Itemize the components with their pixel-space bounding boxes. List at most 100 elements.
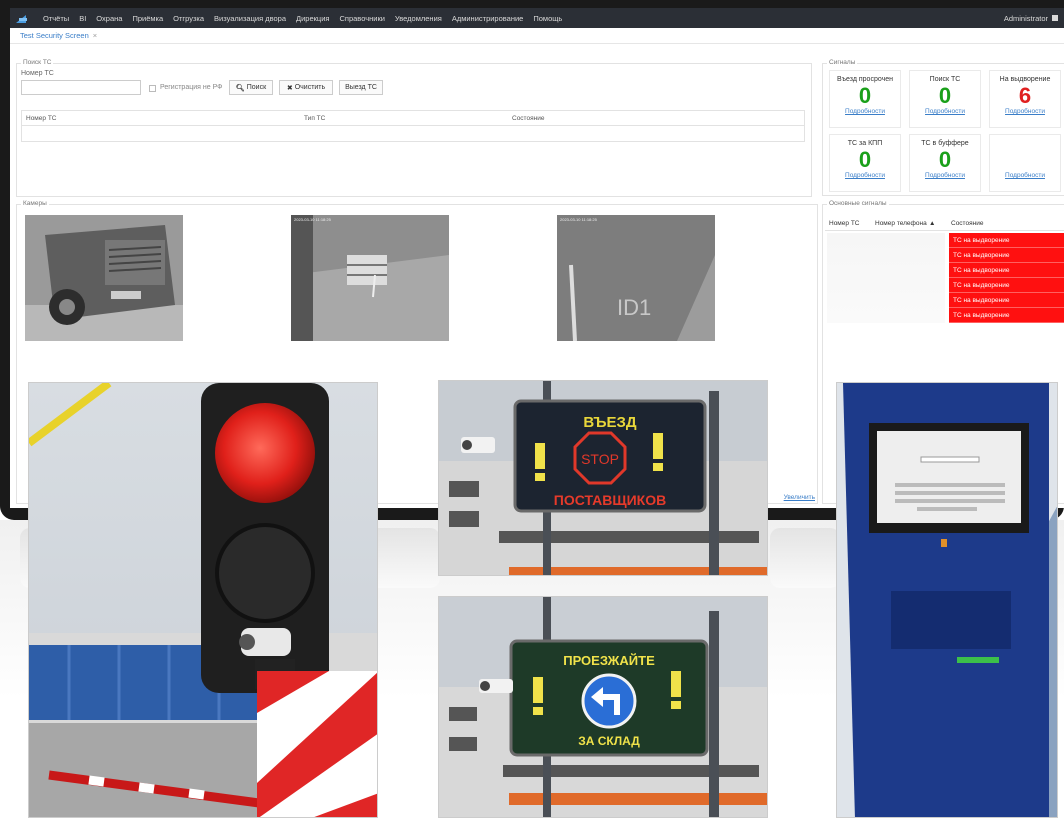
close-tab-icon[interactable]: × — [93, 31, 97, 40]
foreign-registration-label: Регистрация не РФ — [160, 84, 223, 91]
kiosk-photo — [836, 382, 1058, 818]
table-row[interactable]: ТС на выдворение — [949, 293, 1064, 308]
column-header-type[interactable]: Тип ТС — [304, 115, 325, 122]
app-logo-icon[interactable] — [16, 13, 30, 23]
drive-sign-top-text: ПРОЕЗЖАЙТЕ — [563, 653, 655, 668]
details-link[interactable]: Подробности — [910, 172, 980, 179]
plate-field-label: Номер ТС — [21, 70, 54, 77]
signal-count — [990, 149, 1060, 171]
svg-text:ID1: ID1 — [617, 295, 651, 320]
breadcrumb: Test Security Screen × — [10, 28, 1064, 44]
nav-item-bi[interactable]: BI — [74, 14, 91, 23]
search-results-table: Номер ТС Тип ТС Состояние — [21, 110, 805, 142]
signal-card-vehicle-search: Поиск ТС 0 Подробности — [909, 70, 981, 128]
vehicle-exit-label: Выезд ТС — [345, 84, 377, 91]
top-navigation: Отчёты BI Охрана Приёмка Отгрузка Визуал… — [10, 8, 1064, 28]
user-menu[interactable]: Administrator — [1004, 14, 1064, 23]
table-row[interactable]: ТС на выдворение — [949, 263, 1064, 278]
table-row[interactable]: ТС на выдворение — [949, 278, 1064, 293]
camera-timestamp: 2023-03-10 11:18:25 — [294, 217, 331, 222]
signal-title — [990, 140, 1060, 147]
signal-title: ТС в буффере — [921, 140, 969, 147]
details-link[interactable]: Подробности — [990, 108, 1060, 115]
pallet-camera-image — [291, 215, 449, 341]
camera-feed-2[interactable]: 2023-03-10 11:18:25 — [291, 215, 449, 341]
table-row[interactable]: ТС на выдворение — [949, 233, 1064, 248]
reflection-shape — [770, 528, 840, 588]
vehicle-search-panel: Поиск ТС Номер ТС Регистрация не РФ 🔍︎ П… — [16, 59, 812, 197]
entry-sign-image: ВЪЕЗД STOP ПОСТАВЩИКОВ — [439, 381, 767, 575]
signal-card-in-buffer: ТС в буффере 0 Подробности — [909, 134, 981, 192]
breadcrumb-tab[interactable]: Test Security Screen — [20, 31, 89, 40]
zoom-link[interactable]: Увеличить — [784, 494, 815, 501]
drive-sign-bottom-text: ЗА СКЛАД — [578, 734, 640, 748]
panel-title: Сигналы — [827, 59, 858, 66]
vehicle-exit-button[interactable]: Выезд ТС — [339, 80, 383, 95]
self-service-kiosk-image — [837, 383, 1057, 817]
signal-count: 0 — [938, 147, 952, 172]
column-header-plate[interactable]: Номер ТС — [26, 115, 56, 122]
details-link[interactable]: Подробности — [830, 108, 900, 115]
panel-title: Поиск ТС — [21, 59, 54, 66]
signal-count: 0 — [858, 147, 872, 172]
signal-count: 6 — [1018, 83, 1032, 108]
table-row[interactable]: ТС на выдворение — [949, 248, 1064, 263]
search-button[interactable]: 🔍︎ Поиск — [229, 80, 273, 95]
details-link[interactable]: Подробности — [910, 108, 980, 115]
entry-sign-photo: ВЪЕЗД STOP ПОСТАВЩИКОВ — [438, 380, 768, 576]
details-link[interactable]: Подробности — [990, 172, 1060, 179]
user-menu-icon — [1052, 15, 1058, 21]
signal-title: Поиск ТС — [929, 76, 961, 83]
panel-title: Камеры — [21, 200, 49, 207]
column-header-phone[interactable]: Номер телефона — [875, 220, 927, 227]
column-header-status[interactable]: Состояние — [512, 115, 544, 122]
column-header-status[interactable]: Состояние — [951, 220, 983, 227]
nav-item-security[interactable]: Охрана — [91, 14, 127, 23]
camera-timestamp: 2023-03-10 11:18:25 — [560, 217, 597, 222]
blurred-vehicle-data — [827, 233, 945, 323]
truck-camera-image — [25, 215, 183, 341]
main-signals-header: Номер ТС Номер телефона ▲ Состояние — [825, 217, 1064, 231]
nav-item-reports[interactable]: Отчёты — [38, 14, 74, 23]
nav-item-receiving[interactable]: Приёмка — [127, 14, 168, 23]
column-header-plate[interactable]: Номер ТС — [829, 220, 859, 227]
close-icon: ✖ — [286, 84, 293, 92]
search-icon: 🔍︎ — [235, 84, 245, 92]
panel-title: Основные сигналы — [827, 200, 889, 207]
traffic-light-photo — [28, 382, 378, 818]
table-header: Номер ТС Тип ТС Состояние — [22, 111, 804, 126]
foreign-registration-checkbox[interactable] — [149, 85, 156, 92]
signal-title: ТС за КПП — [847, 140, 883, 147]
drive-sign-photo: ПРОЕЗЖАЙТЕ ЗА СКЛАД — [438, 596, 768, 818]
stop-text: STOP — [581, 451, 619, 467]
camera-feed-3[interactable]: ID1 2023-03-10 11:18:25 — [557, 215, 715, 341]
table-row[interactable]: ТС на выдворение — [949, 308, 1064, 323]
entry-sign-top-text: ВЪЕЗД — [583, 414, 637, 431]
plate-number-input[interactable] — [21, 80, 141, 95]
signal-count: 0 — [858, 83, 872, 108]
user-name: Administrator — [1003, 13, 1048, 23]
camera-feed-1[interactable] — [25, 215, 183, 341]
road-camera-image: ID1 — [557, 215, 715, 341]
signal-card-past-checkpoint: ТС за КПП 0 Подробности — [829, 134, 901, 192]
signal-card-expulsion: На выдворение 6 Подробности — [989, 70, 1061, 128]
nav-item-administration[interactable]: Администрирование — [447, 14, 529, 23]
clear-button[interactable]: ✖ Очистить — [279, 80, 333, 95]
traffic-light-image — [29, 383, 377, 817]
clear-button-label: Очистить — [294, 84, 326, 91]
signals-panel: Сигналы Въезд просрочен 0 Подробности По… — [822, 59, 1064, 196]
details-link[interactable]: Подробности — [830, 172, 900, 179]
nav-item-yard-visualization[interactable]: Визуализация двора — [209, 14, 291, 23]
signal-title: Въезд просрочен — [837, 76, 893, 83]
nav-item-notifications[interactable]: Уведомления — [390, 14, 447, 23]
nav-item-directorate[interactable]: Дирекция — [291, 14, 334, 23]
sort-asc-icon: ▲ — [929, 220, 936, 227]
signal-card-entry-overdue: Въезд просрочен 0 Подробности — [829, 70, 901, 128]
search-button-label: Поиск — [246, 84, 267, 91]
nav-item-references[interactable]: Справочники — [334, 14, 389, 23]
signal-count: 0 — [938, 83, 952, 108]
nav-item-shipping[interactable]: Отгрузка — [168, 14, 209, 23]
entry-sign-bottom-text: ПОСТАВЩИКОВ — [554, 492, 666, 508]
nav-item-help[interactable]: Помощь — [528, 14, 567, 23]
signal-title: На выдворение — [999, 76, 1051, 83]
